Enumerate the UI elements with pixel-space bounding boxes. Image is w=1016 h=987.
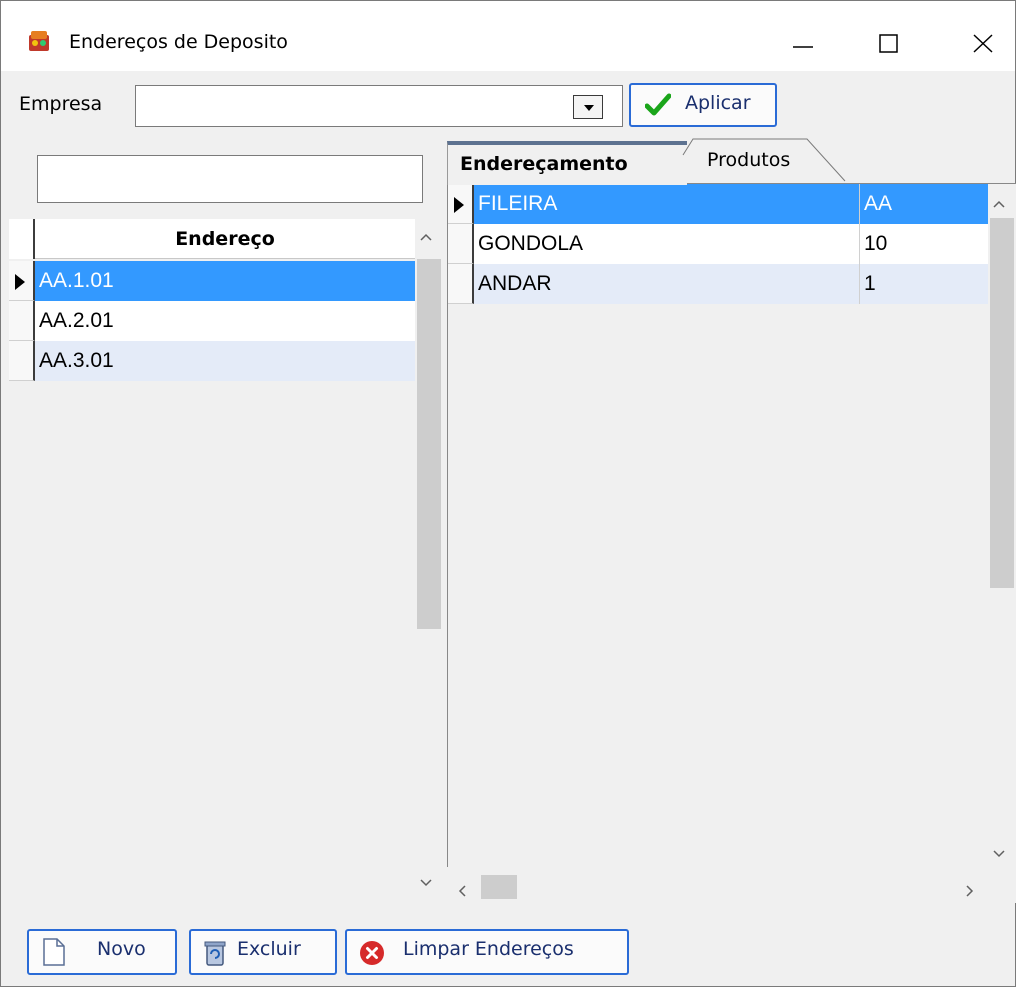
scroll-down-icon[interactable]	[992, 844, 1006, 863]
table-row[interactable]: AA.2.01	[9, 301, 415, 341]
tab-enderecamento[interactable]: Endereçamento	[447, 141, 687, 185]
scrollbar-thumb[interactable]	[481, 875, 517, 899]
row-indicator	[448, 224, 474, 264]
excluir-label: Excluir	[237, 938, 301, 960]
scrollbar-thumb[interactable]	[990, 218, 1014, 588]
cell-value[interactable]: AA	[860, 184, 988, 224]
minimize-button[interactable]	[773, 19, 833, 65]
vertical-scrollbar[interactable]	[415, 219, 443, 901]
row-indicator	[448, 184, 474, 224]
scroll-left-icon[interactable]	[457, 879, 467, 903]
title-bar: Endereços de Deposito	[1, 1, 1015, 71]
column-header-endereco[interactable]: Endereço	[35, 219, 415, 259]
table-row[interactable]: ANDAR 1	[448, 264, 988, 304]
cell-endereco[interactable]: AA.2.01	[35, 301, 415, 341]
window-title: Endereços de Deposito	[69, 31, 288, 53]
cell-value[interactable]: 10	[860, 224, 988, 264]
tab-label: Produtos	[707, 149, 791, 171]
tab-produtos[interactable]: Produtos	[682, 138, 849, 185]
cell-endereco[interactable]: AA.3.01	[35, 341, 415, 381]
enderecamento-grid: FILEIRA AA GONDOLA 10 ANDAR 1	[447, 183, 1016, 903]
row-indicator	[9, 261, 35, 301]
table-row[interactable]: AA.3.01	[9, 341, 415, 381]
row-indicator	[9, 301, 35, 341]
limpar-label: Limpar Endereços	[403, 938, 574, 960]
scroll-up-icon[interactable]	[419, 227, 433, 246]
endereco-grid: Endereço AA.1.01 AA.2.01 AA.3.01	[9, 219, 443, 901]
row-pointer-icon	[15, 274, 25, 290]
table-row[interactable]: FILEIRA AA	[448, 184, 988, 224]
minimize-icon	[793, 46, 813, 48]
close-icon	[973, 34, 993, 53]
empresa-combobox[interactable]	[135, 85, 623, 127]
horizontal-scrollbar[interactable]	[447, 867, 991, 907]
scroll-right-icon[interactable]	[965, 879, 975, 903]
maximize-icon	[879, 34, 898, 53]
app-icon	[25, 27, 53, 55]
novo-label: Novo	[97, 938, 146, 960]
limpar-enderecos-button[interactable]: Limpar Endereços	[345, 929, 629, 975]
row-indicator	[9, 341, 35, 381]
cell-value[interactable]: 1	[860, 264, 988, 304]
close-button[interactable]	[953, 19, 1013, 65]
grid-header: Endereço	[9, 219, 415, 259]
cell-name[interactable]: FILEIRA	[474, 184, 860, 224]
new-document-icon	[41, 937, 67, 972]
novo-button[interactable]: Novo	[27, 929, 177, 975]
cell-name[interactable]: ANDAR	[474, 264, 860, 304]
aplicar-label: Aplicar	[685, 92, 751, 114]
empresa-dropdown-button[interactable]	[573, 95, 603, 119]
table-row[interactable]: AA.1.01	[9, 261, 415, 301]
checkmark-icon	[644, 93, 672, 122]
tab-label: Endereçamento	[460, 153, 628, 175]
table-row[interactable]: GONDOLA 10	[448, 224, 988, 264]
app-window: Endereços de Deposito Empresa Aplicar En…	[0, 0, 1016, 987]
row-pointer-icon	[454, 197, 464, 213]
scrollbar-thumb[interactable]	[417, 259, 441, 629]
chevron-down-icon	[584, 105, 594, 111]
aplicar-button[interactable]: Aplicar	[629, 83, 777, 127]
empresa-label: Empresa	[19, 93, 103, 115]
vertical-scrollbar[interactable]	[988, 184, 1016, 868]
excluir-button[interactable]: Excluir	[189, 929, 337, 975]
recycle-bin-icon	[201, 939, 229, 972]
cell-endereco[interactable]: AA.1.01	[35, 261, 415, 301]
row-indicator	[448, 264, 474, 304]
maximize-button[interactable]	[859, 19, 919, 65]
indicator-column-header	[9, 219, 35, 259]
scroll-down-icon[interactable]	[419, 873, 433, 892]
scroll-up-icon[interactable]	[992, 194, 1006, 213]
clear-icon	[359, 940, 385, 971]
endereco-search-input[interactable]	[37, 155, 423, 203]
cell-name[interactable]: GONDOLA	[474, 224, 860, 264]
